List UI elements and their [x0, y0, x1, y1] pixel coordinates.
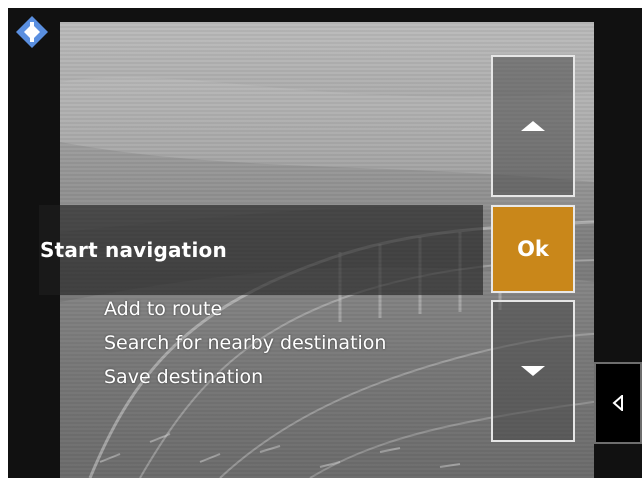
triangle-down-icon	[521, 366, 545, 376]
ok-button[interactable]: Ok	[491, 205, 575, 293]
triangle-left-icon	[612, 395, 623, 411]
scroll-down-button[interactable]	[491, 300, 575, 442]
menu-item-search-nearby[interactable]: Search for nearby destination	[104, 332, 386, 354]
selected-menu-label: Start navigation	[40, 238, 227, 262]
ok-button-label: Ok	[517, 237, 549, 261]
back-button[interactable]	[594, 362, 642, 444]
menu-item-add-to-route[interactable]: Add to route	[104, 298, 222, 320]
menu-item-save-destination[interactable]: Save destination	[104, 366, 263, 388]
navigation-logo-icon	[14, 14, 50, 50]
selected-menu-item[interactable]: Start navigation	[39, 205, 483, 295]
device-frame: Start navigation Add to route Search for…	[8, 8, 642, 478]
triangle-up-icon	[521, 121, 545, 131]
scroll-up-button[interactable]	[491, 55, 575, 197]
